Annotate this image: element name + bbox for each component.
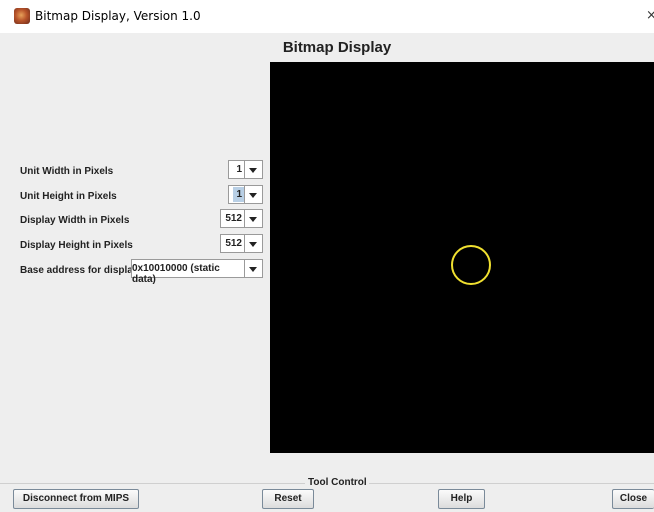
base-address-select[interactable]: 0x10010000 (static data) <box>131 259 263 285</box>
help-button[interactable]: Help <box>438 489 485 509</box>
display-width-select[interactable]: 512 <box>220 209 263 228</box>
display-height-dropdown-button[interactable] <box>244 235 262 252</box>
unit-width-label: Unit Width in Pixels <box>20 166 114 177</box>
tool-control-divider <box>369 483 654 484</box>
base-address-label: Base address for display <box>20 265 139 276</box>
display-height-value: 512 <box>225 238 242 249</box>
unit-width-select[interactable]: 1 <box>228 160 263 179</box>
window-titlebar: Bitmap Display, Version 1.0 × <box>0 0 654 33</box>
base-address-value: 0x10010000 (static data) <box>132 263 220 285</box>
chevron-down-icon <box>249 267 257 272</box>
window-title: Bitmap Display, Version 1.0 <box>35 9 201 23</box>
window-close-icon[interactable]: × <box>646 8 654 23</box>
disconnect-from-mips-button[interactable]: Disconnect from MIPS <box>13 489 139 509</box>
tool-control-divider <box>0 483 305 484</box>
display-width-value: 512 <box>225 213 242 224</box>
display-width-dropdown-button[interactable] <box>244 210 262 227</box>
unit-width-dropdown-button[interactable] <box>244 161 262 178</box>
chevron-down-icon <box>249 168 257 173</box>
base-address-dropdown-button[interactable] <box>244 260 262 277</box>
unit-height-label: Unit Height in Pixels <box>20 191 117 202</box>
chevron-down-icon <box>249 242 257 247</box>
unit-height-dropdown-button[interactable] <box>244 186 262 203</box>
chevron-down-icon <box>249 193 257 198</box>
display-width-label: Display Width in Pixels <box>20 215 130 226</box>
tool-control-label: Tool Control <box>308 477 367 488</box>
close-button[interactable]: Close <box>612 489 654 509</box>
settings-panel <box>0 62 270 453</box>
display-height-label: Display Height in Pixels <box>20 240 133 251</box>
page-title: Bitmap Display <box>282 39 392 56</box>
app-icon <box>14 8 30 24</box>
unit-width-value: 1 <box>236 164 242 175</box>
reset-button[interactable]: Reset <box>262 489 314 509</box>
unit-height-select[interactable]: 1 <box>228 185 263 204</box>
chevron-down-icon <box>249 217 257 222</box>
display-height-select[interactable]: 512 <box>220 234 263 253</box>
drawn-circle <box>451 245 491 285</box>
